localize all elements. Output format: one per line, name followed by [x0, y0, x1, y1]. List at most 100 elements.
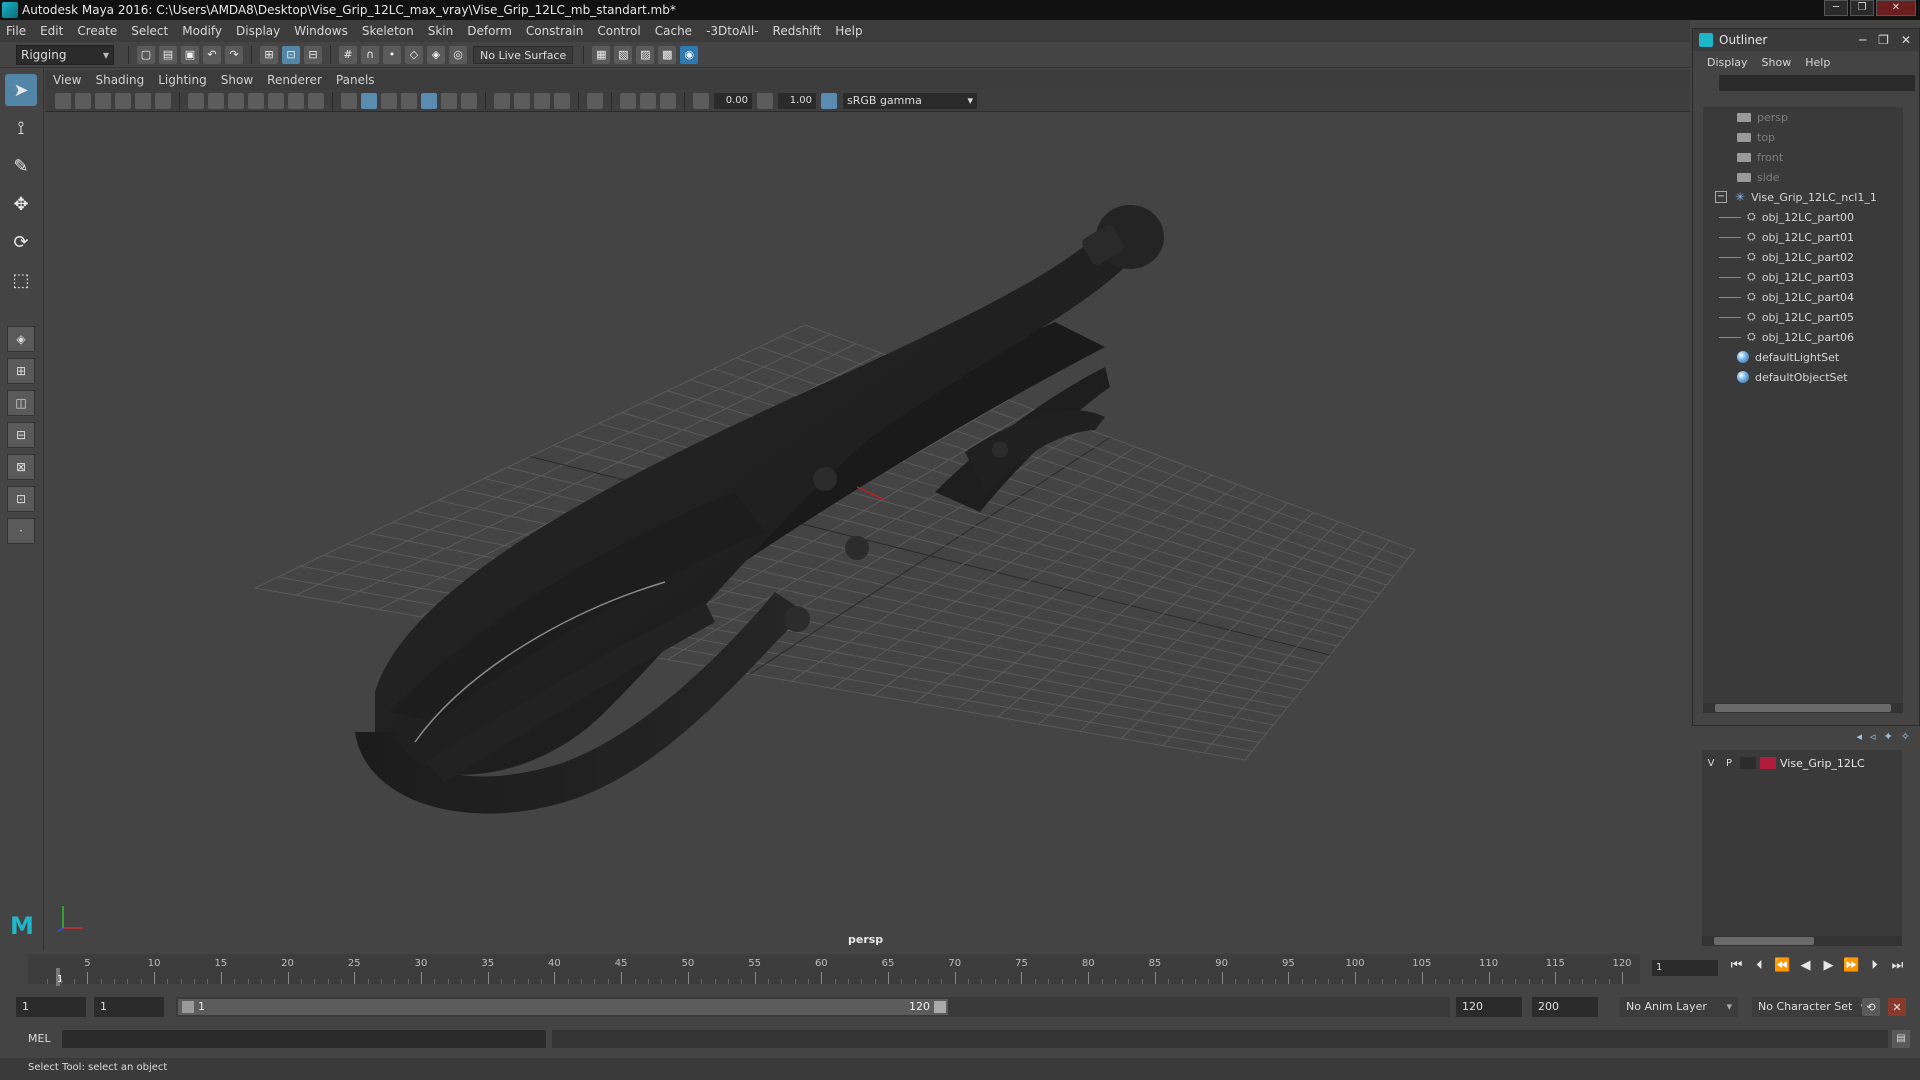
outliner-item-camera[interactable]: top: [1703, 127, 1903, 147]
step-back-frame-icon[interactable]: ⏴: [1751, 958, 1768, 973]
outliner-horizontal-scrollbar[interactable]: [1703, 703, 1903, 713]
ipr-render-icon[interactable]: ▨: [636, 45, 655, 64]
undo-icon[interactable]: ↶: [203, 45, 221, 64]
close-icon[interactable]: ✕: [1901, 33, 1911, 47]
render-view-icon[interactable]: ▩: [658, 45, 677, 64]
layer-playback-toggle[interactable]: P: [1720, 758, 1738, 769]
snap-view-plane-icon[interactable]: ◇: [405, 45, 423, 64]
minimize-icon[interactable]: ─: [1859, 33, 1866, 47]
menu-file[interactable]: File: [6, 24, 26, 38]
menu-set-select[interactable]: Rigging: [16, 44, 114, 65]
outliner-item-camera[interactable]: persp: [1703, 107, 1903, 127]
go-to-start-icon[interactable]: ⏮: [1728, 958, 1745, 973]
command-input[interactable]: [62, 1030, 546, 1048]
snap-surface-icon[interactable]: ◈: [427, 45, 445, 64]
persp-graph-layout-icon[interactable]: ⊟: [7, 422, 35, 448]
outliner-item-group[interactable]: − ✳ Vise_Grip_12LC_ncl1_1: [1703, 187, 1903, 207]
isolate-select-icon[interactable]: [587, 92, 603, 109]
select-object-icon[interactable]: ⊡: [282, 45, 300, 64]
outliner-search-input[interactable]: [1719, 75, 1915, 91]
range-start-handle[interactable]: [182, 1001, 194, 1013]
range-slider-track[interactable]: 1 120: [176, 997, 1450, 1017]
snap-curve-icon[interactable]: ∩: [361, 45, 379, 64]
move-tool-icon[interactable]: ✥: [5, 188, 37, 220]
viewport-menu-view[interactable]: View: [53, 73, 81, 87]
minimize-icon[interactable]: ─: [1824, 0, 1848, 16]
image-plane-icon[interactable]: [115, 92, 131, 109]
scrollbar-thumb[interactable]: [1714, 937, 1814, 945]
outliner-item-mesh[interactable]: ⛭ obj_12LC_part05: [1703, 307, 1903, 327]
wireframe-icon[interactable]: [341, 92, 357, 109]
play-backwards-icon[interactable]: ◀: [1797, 958, 1814, 973]
xray-joints-icon[interactable]: [660, 92, 676, 109]
snap-point-icon[interactable]: •: [383, 45, 401, 64]
menu-select[interactable]: Select: [131, 24, 168, 38]
viewport-menu-renderer[interactable]: Renderer: [267, 73, 322, 87]
time-slider-track[interactable]: 1 51015202530354045505560657075808590951…: [28, 954, 1640, 986]
wireframe-on-shaded-icon[interactable]: [401, 92, 417, 109]
hypershade-layout-icon[interactable]: ⊠: [7, 454, 35, 480]
outliner-menu-show[interactable]: Show: [1762, 56, 1792, 69]
make-live-icon[interactable]: ◎: [449, 45, 467, 64]
menu-display[interactable]: Display: [236, 24, 280, 38]
menu-modify[interactable]: Modify: [182, 24, 222, 38]
outliner-item-set[interactable]: defaultObjectSet: [1703, 367, 1903, 387]
menu-create[interactable]: Create: [77, 24, 117, 38]
viewport-menu-panels[interactable]: Panels: [336, 73, 375, 87]
animation-end-field[interactable]: 200: [1532, 997, 1598, 1017]
layer-visibility-toggle[interactable]: V: [1702, 758, 1720, 769]
smooth-shade-icon[interactable]: [361, 92, 377, 109]
command-language-label[interactable]: MEL: [28, 1030, 51, 1048]
anim-layer-select[interactable]: No Anim Layer: [1620, 997, 1738, 1017]
menu-control[interactable]: Control: [597, 24, 640, 38]
auto-key-icon[interactable]: ⟲: [1862, 998, 1880, 1016]
custom-layout-icon[interactable]: ⊡: [7, 486, 35, 512]
layer-display-type[interactable]: [1740, 757, 1756, 769]
resolution-gate-icon[interactable]: [228, 92, 244, 109]
collapse-icon[interactable]: −: [1715, 191, 1727, 203]
two-d-pan-icon[interactable]: [155, 92, 171, 109]
outliner-item-mesh[interactable]: ⛭ obj_12LC_part02: [1703, 247, 1903, 267]
outliner-menu-display[interactable]: Display: [1707, 56, 1748, 69]
move-layer-up-icon[interactable]: ◂: [1857, 730, 1863, 743]
depth-of-field-icon[interactable]: [554, 92, 570, 109]
open-scene-icon[interactable]: ▤: [159, 45, 177, 64]
redo-icon[interactable]: ↷: [225, 45, 243, 64]
grease-pencil-icon[interactable]: [135, 92, 151, 109]
four-view-layout-icon[interactable]: ⊞: [7, 358, 35, 384]
go-to-end-icon[interactable]: ⏭: [1889, 958, 1906, 973]
close-icon[interactable]: ✕: [1876, 0, 1916, 16]
exposure-icon[interactable]: [693, 92, 709, 109]
select-tool-icon[interactable]: ➤: [5, 74, 37, 106]
safe-action-icon[interactable]: [288, 92, 304, 109]
exposure-field[interactable]: 0.00: [714, 92, 752, 109]
anti-aliasing-icon[interactable]: [534, 92, 550, 109]
outliner-item-set[interactable]: defaultLightSet: [1703, 347, 1903, 367]
layer-name[interactable]: Vise_Grip_12LC: [1780, 757, 1865, 770]
lasso-tool-icon[interactable]: ⟟: [5, 112, 37, 144]
menu-deform[interactable]: Deform: [467, 24, 512, 38]
new-layer-icon[interactable]: ✧: [1901, 730, 1910, 743]
gamma-icon[interactable]: [757, 92, 773, 109]
menu-redshift[interactable]: Redshift: [773, 24, 822, 38]
step-forward-frame-icon[interactable]: ⏵: [1866, 958, 1883, 973]
use-all-lights-icon[interactable]: [441, 92, 457, 109]
new-scene-icon[interactable]: ▢: [137, 45, 155, 64]
camera-attributes-icon[interactable]: [75, 92, 91, 109]
move-layer-down-icon[interactable]: ◃: [1870, 730, 1876, 743]
hypershade-icon[interactable]: ◉: [680, 45, 699, 64]
layer-row[interactable]: V P Vise_Grip_12LC: [1702, 754, 1902, 772]
menu-skeleton[interactable]: Skeleton: [362, 24, 414, 38]
single-perspective-layout-icon[interactable]: ◈: [7, 326, 35, 352]
layer-horizontal-scrollbar[interactable]: [1702, 936, 1902, 946]
outliner-menu-help[interactable]: Help: [1805, 56, 1830, 69]
color-management-icon[interactable]: [821, 92, 837, 109]
shadows-icon[interactable]: [461, 92, 477, 109]
outliner-item-mesh[interactable]: ⛭ obj_12LC_part01: [1703, 227, 1903, 247]
bookmark-icon[interactable]: [95, 92, 111, 109]
camera-icon[interactable]: [55, 92, 71, 109]
viewport-menu-show[interactable]: Show: [221, 73, 253, 87]
menu-constrain[interactable]: Constrain: [526, 24, 584, 38]
viewport-menu-shading[interactable]: Shading: [95, 73, 144, 87]
render-settings-icon[interactable]: ▦: [592, 45, 611, 64]
